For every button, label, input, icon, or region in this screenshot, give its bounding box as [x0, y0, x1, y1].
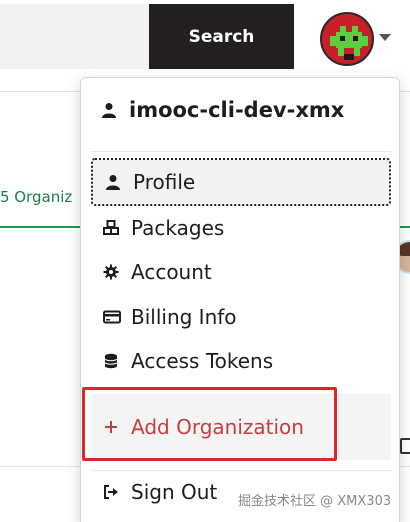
user-avatar[interactable]	[320, 12, 374, 66]
credit-card-icon	[103, 309, 121, 325]
search-input[interactable]	[0, 4, 150, 69]
menu-item-access-tokens[interactable]: Access Tokens	[91, 339, 391, 383]
menu-item-label: Access Tokens	[131, 349, 274, 373]
menu-item-label: Account	[131, 260, 212, 284]
sign-out-icon	[103, 484, 119, 500]
tab-organizations[interactable]: 5 Organiz	[0, 188, 72, 206]
chevron-down-icon[interactable]	[379, 34, 391, 41]
menu-item-label: Billing Info	[131, 305, 237, 329]
menu-divider	[91, 151, 391, 152]
copy-icon[interactable]	[400, 438, 410, 454]
menu-item-billing-info[interactable]: Billing Info	[91, 295, 391, 339]
menu-item-packages[interactable]: Packages	[91, 206, 391, 250]
pixel-invader-avatar-icon	[322, 14, 372, 64]
menu-item-label: Profile	[133, 170, 196, 194]
menu-header: imooc-cli-dev-xmx	[101, 98, 344, 122]
user-icon	[101, 102, 117, 118]
watermark: 掘金技术社区 @ XMX303	[238, 494, 392, 509]
annotation-highlight-box	[82, 387, 337, 461]
menu-item-label: Sign Out	[131, 480, 218, 504]
menu-username: imooc-cli-dev-xmx	[129, 98, 345, 122]
coins-icon	[103, 353, 119, 369]
user-icon	[105, 174, 121, 190]
menu-item-label: Packages	[131, 216, 225, 240]
search-button[interactable]: Search	[149, 4, 294, 69]
menu-item-profile[interactable]: Profile	[91, 158, 391, 206]
cubes-icon	[103, 220, 119, 236]
gear-icon	[103, 264, 119, 280]
menu-item-account[interactable]: Account	[91, 250, 391, 294]
